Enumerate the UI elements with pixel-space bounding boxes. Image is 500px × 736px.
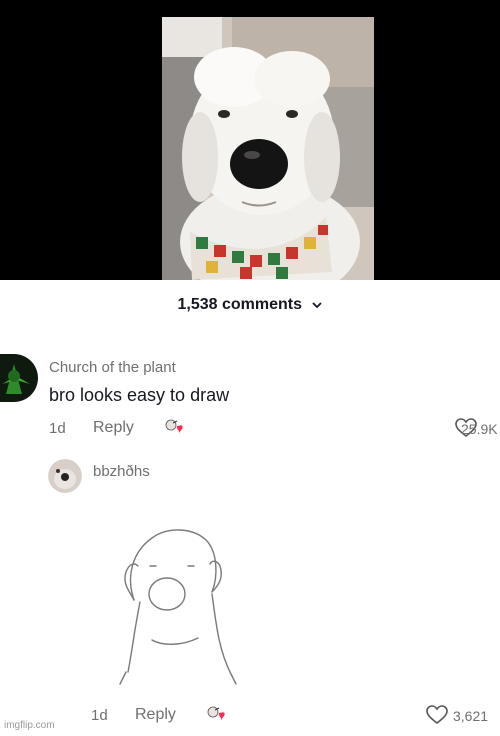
video-thumbnail-dog[interactable]	[162, 17, 374, 280]
comment-timestamp: 1d	[91, 707, 108, 724]
video-player[interactable]	[0, 0, 500, 280]
creator-liked-icon	[162, 417, 188, 444]
creator-liked-icon	[204, 704, 230, 731]
reply-button[interactable]: Reply	[93, 419, 134, 437]
comment-timestamp: 1d	[49, 420, 66, 437]
comments-count-header[interactable]: 1,538 comments	[0, 296, 500, 314]
avatar[interactable]	[0, 354, 38, 402]
dog-photo-image	[162, 17, 374, 280]
comment-text: bro looks easy to draw	[49, 385, 230, 405]
like-count: 3,621	[453, 708, 489, 724]
comment-username[interactable]: bbzhðhs	[93, 463, 150, 480]
comments-count-label: 1,538 comments	[177, 296, 303, 314]
heart-outline-icon[interactable]	[426, 705, 448, 730]
comment-username[interactable]: Church of the plant	[49, 359, 176, 376]
chevron-down-icon	[312, 296, 323, 314]
avatar[interactable]	[48, 459, 82, 493]
comment-drawing-image[interactable]	[112, 522, 242, 692]
reply-button[interactable]: Reply	[135, 706, 176, 724]
like-count: 25.9K	[461, 421, 498, 437]
watermark: imgflip.com	[4, 720, 55, 731]
